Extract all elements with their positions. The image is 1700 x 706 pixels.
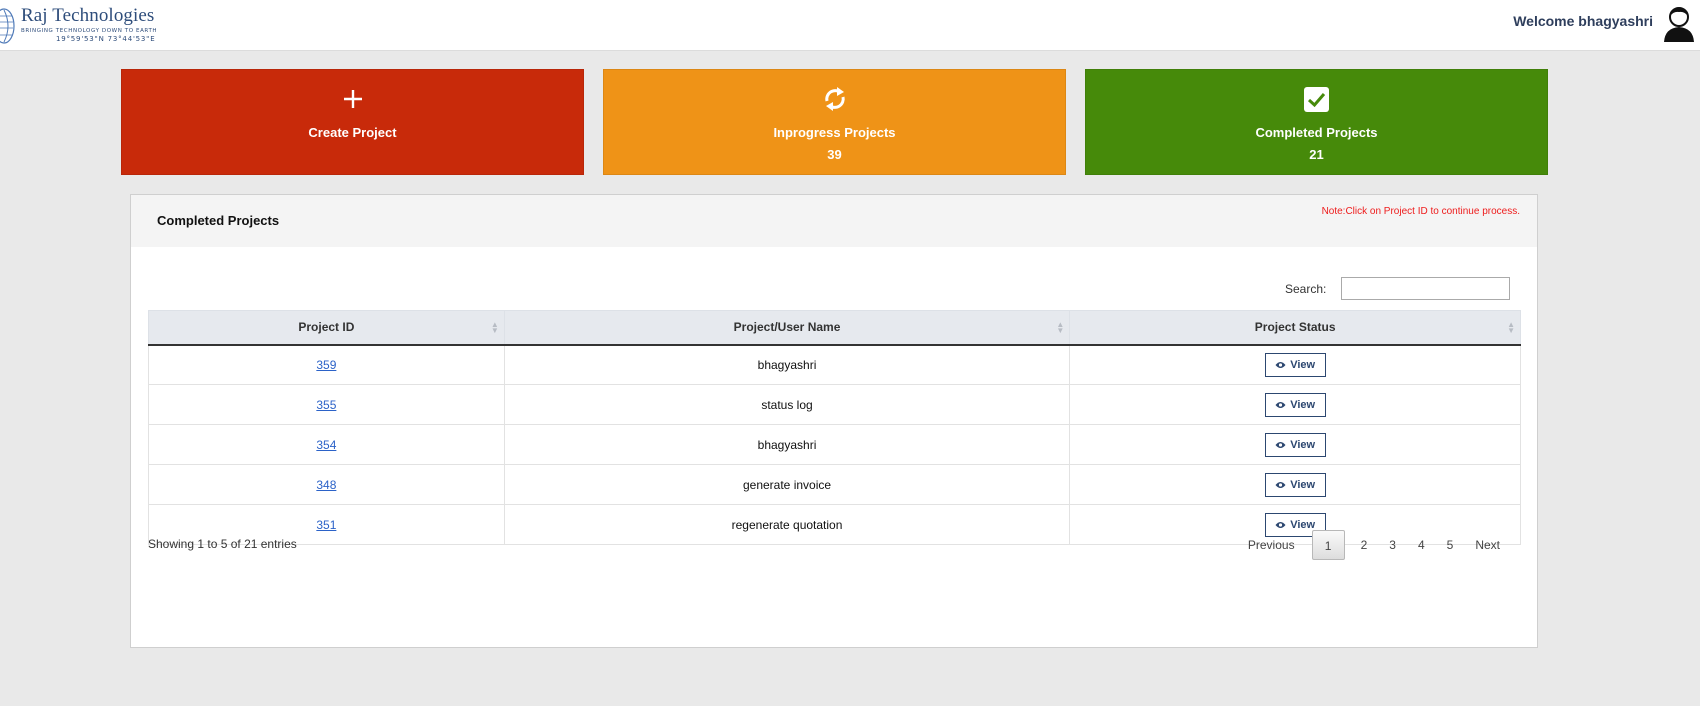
view-button[interactable]: View: [1264, 432, 1326, 457]
page-3-button[interactable]: 3: [1378, 530, 1407, 560]
refresh-icon: [824, 87, 845, 111]
check-square-icon: [1304, 86, 1329, 112]
sort-icon: ▲ ▼: [1507, 320, 1515, 335]
search-input[interactable]: [1341, 277, 1510, 300]
page-4-button[interactable]: 4: [1407, 530, 1436, 560]
project-name-cell: bhagyashri: [503, 344, 1071, 385]
column-header-project-id[interactable]: Project ID ▲ ▼: [148, 310, 505, 346]
summary-tiles: Create Project Inprogress Projects 39 Co…: [121, 69, 1550, 175]
table-row: 354 bhagyashri View: [148, 424, 1521, 465]
project-id-link[interactable]: 354: [316, 438, 336, 452]
inprogress-projects-count: 39: [827, 147, 842, 162]
project-id-link[interactable]: 351: [316, 518, 336, 532]
table-row: 348 generate invoice View: [148, 464, 1521, 505]
page-5-button[interactable]: 5: [1436, 530, 1465, 560]
inprogress-projects-tile[interactable]: Inprogress Projects 39: [603, 69, 1066, 175]
plus-icon: [343, 90, 362, 108]
instruction-note: Note:Click on Project ID to continue pro…: [1321, 206, 1520, 217]
page-1-button[interactable]: 1: [1311, 530, 1345, 560]
eye-icon: [1275, 361, 1286, 368]
sort-icon: ▲ ▼: [490, 320, 499, 335]
column-header-project-name[interactable]: Project/User Name ▲ ▼: [503, 310, 1071, 346]
top-header: Raj Technologies BRINGING TECHNOLOGY DOW…: [0, 0, 1700, 51]
table-row: 355 status log View: [148, 384, 1521, 425]
pagination: Previous 1 2 3 4 5 Next: [1237, 530, 1511, 560]
project-id-link[interactable]: 359: [316, 358, 336, 372]
table-header-row: Project ID ▲ ▼ Project/User Name ▲ ▼ Proje…: [148, 310, 1521, 346]
company-name: Raj Technologies: [21, 5, 155, 26]
panel-title: Completed Projects: [157, 213, 280, 228]
table-row: 359 bhagyashri View: [148, 344, 1521, 385]
next-page-button[interactable]: Next: [1464, 530, 1511, 560]
welcome-text: Welcome bhagyashri: [1513, 13, 1653, 29]
company-logo[interactable]: Raj Technologies BRINGING TECHNOLOGY DOW…: [0, 6, 157, 48]
completed-projects-panel: Completed Projects Note:Click on Project…: [130, 194, 1538, 648]
project-id-link[interactable]: 355: [316, 398, 336, 412]
user-avatar-icon[interactable]: [1662, 5, 1696, 43]
completed-projects-count: 21: [1309, 147, 1324, 162]
project-name-cell: regenerate quotation: [503, 504, 1071, 545]
completed-projects-tile[interactable]: Completed Projects 21: [1085, 69, 1548, 175]
create-project-label: Create Project: [308, 125, 397, 140]
company-coordinates: 19°59'53"N 73°44'53"E: [56, 35, 156, 43]
sort-icon: ▲ ▼: [1056, 320, 1065, 335]
panel-header: Completed Projects Note:Click on Project…: [131, 195, 1537, 247]
table-info: Showing 1 to 5 of 21 entries: [148, 537, 297, 551]
page-2-button[interactable]: 2: [1350, 530, 1379, 560]
project-id-link[interactable]: 348: [316, 478, 336, 492]
inprogress-projects-label: Inprogress Projects: [773, 125, 896, 140]
eye-icon: [1275, 441, 1286, 448]
globe-logo-icon: [0, 8, 15, 44]
previous-page-button[interactable]: Previous: [1237, 530, 1307, 560]
eye-icon: [1275, 481, 1286, 488]
eye-icon: [1275, 401, 1286, 408]
project-name-cell: bhagyashri: [503, 424, 1071, 465]
completed-projects-label: Completed Projects: [1255, 125, 1378, 140]
projects-table: Project ID ▲ ▼ Project/User Name ▲ ▼ Proje…: [148, 310, 1521, 545]
company-tagline: BRINGING TECHNOLOGY DOWN TO EARTH: [21, 28, 158, 34]
project-name-cell: status log: [503, 384, 1071, 425]
view-button[interactable]: View: [1264, 352, 1326, 377]
eye-icon: [1275, 521, 1286, 528]
view-button[interactable]: View: [1264, 472, 1326, 497]
search-label: Search:: [1285, 282, 1327, 296]
view-button[interactable]: View: [1264, 392, 1326, 417]
main-content: Create Project Inprogress Projects 39 Co…: [3, 52, 1700, 706]
project-name-cell: generate invoice: [503, 464, 1071, 505]
column-header-project-status[interactable]: Project Status ▲ ▼: [1069, 310, 1521, 346]
create-project-tile[interactable]: Create Project: [121, 69, 584, 175]
